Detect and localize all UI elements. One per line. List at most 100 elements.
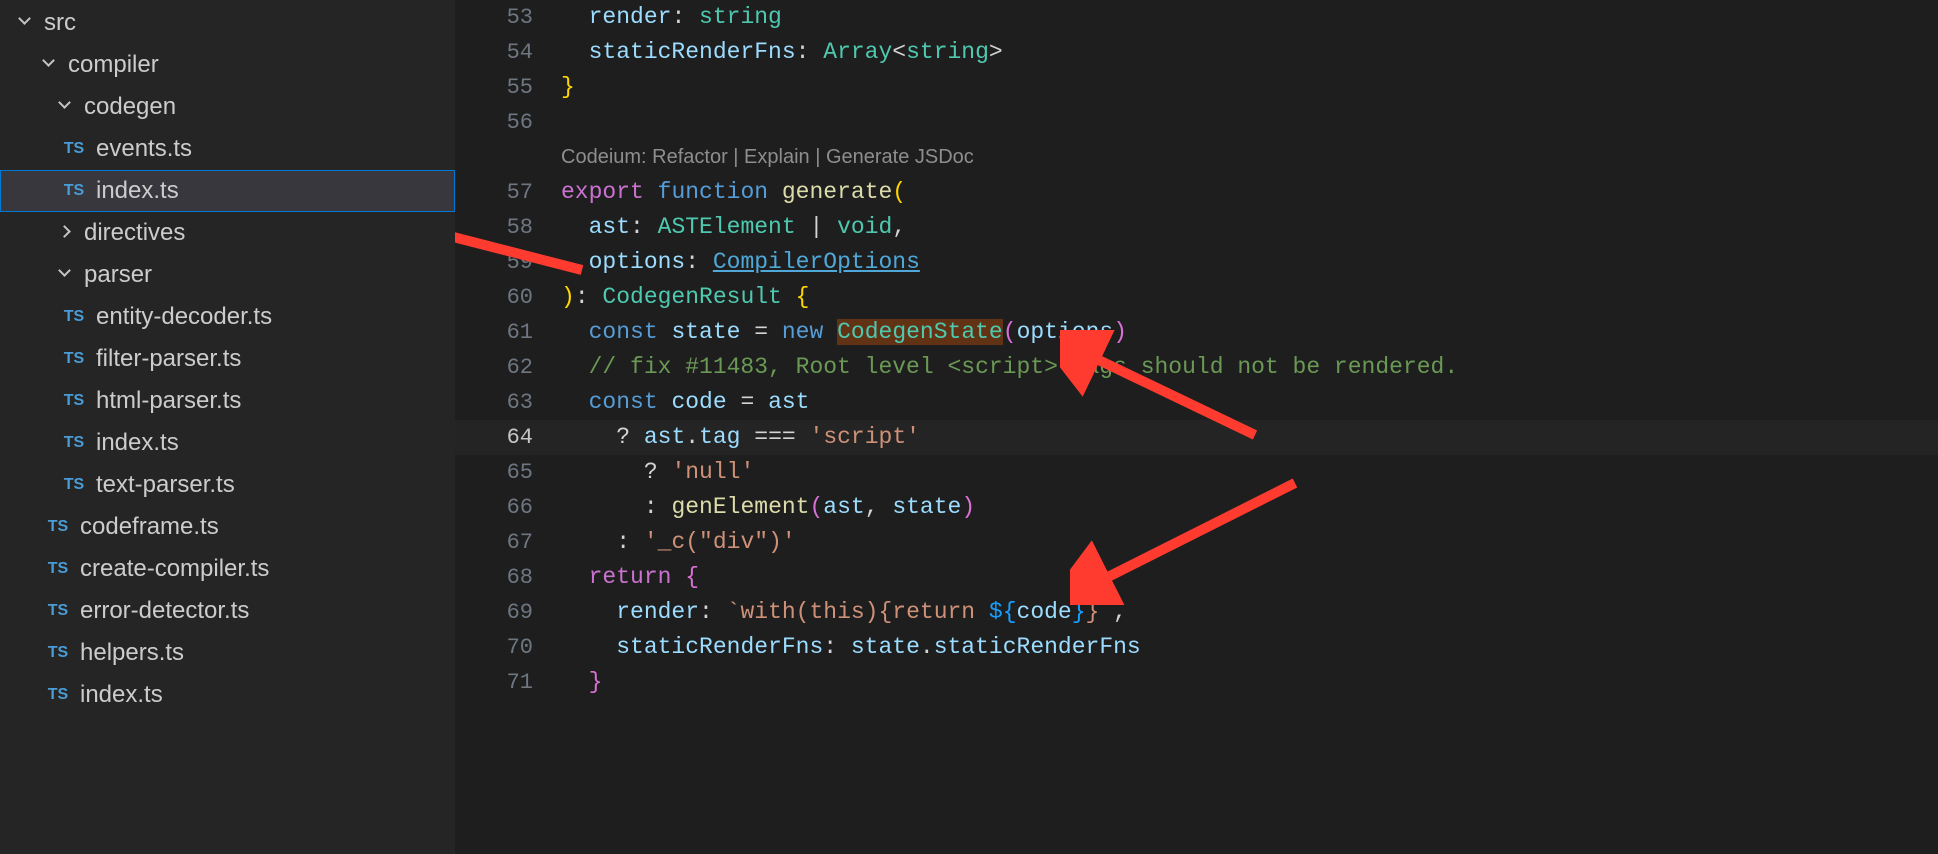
line-number: 69 xyxy=(455,595,561,630)
code-line[interactable]: 54 staticRenderFns: Array<string> xyxy=(455,35,1938,70)
code-line[interactable]: 64 ? ast.tag === 'script' xyxy=(455,420,1938,455)
file-tree-label: text-parser.ts xyxy=(96,471,235,499)
line-number: 64 xyxy=(455,420,561,455)
code-line[interactable]: 57export function generate( xyxy=(455,175,1938,210)
file-tree-file[interactable]: TS events.ts xyxy=(0,128,455,170)
file-tree-file[interactable]: TShtml-parser.ts xyxy=(0,380,455,422)
file-tree-file[interactable]: TSindex.ts xyxy=(0,674,455,716)
line-number: 58 xyxy=(455,210,561,245)
code-line[interactable]: 67 : '_c("div")' xyxy=(455,525,1938,560)
code-line[interactable]: 65 ? 'null' xyxy=(455,455,1938,490)
file-tree-file[interactable]: TShelpers.ts xyxy=(0,632,455,674)
code-content[interactable]: const state = new CodegenState(options) xyxy=(561,315,1127,350)
file-tree-file[interactable]: TS index.ts xyxy=(0,422,455,464)
line-number: 61 xyxy=(455,315,561,350)
code-content[interactable]: : genElement(ast, state) xyxy=(561,490,975,525)
file-tree-label: helpers.ts xyxy=(80,639,184,667)
code-line[interactable]: 61 const state = new CodegenState(option… xyxy=(455,315,1938,350)
file-tree-folder[interactable]: codegen xyxy=(0,86,455,128)
code-line[interactable]: 68 return { xyxy=(455,560,1938,595)
typescript-file-icon: TS xyxy=(60,308,88,326)
file-tree-file[interactable]: TSentity-decoder.ts xyxy=(0,296,455,338)
chevron-down-icon[interactable] xyxy=(56,265,76,285)
file-tree-folder[interactable]: compiler xyxy=(0,44,455,86)
typescript-file-icon: TS xyxy=(60,434,88,452)
chevron-down-icon[interactable] xyxy=(40,55,60,75)
code-content[interactable]: export function generate( xyxy=(561,175,906,210)
typescript-file-icon: TS xyxy=(60,182,88,200)
file-tree-label: index.ts xyxy=(96,177,179,205)
chevron-down-icon[interactable] xyxy=(16,13,36,33)
code-content[interactable]: ): CodegenResult { xyxy=(561,280,809,315)
code-content[interactable]: render: string xyxy=(561,0,782,35)
code-line[interactable]: 66 : genElement(ast, state) xyxy=(455,490,1938,525)
file-tree-label: compiler xyxy=(68,51,159,79)
code-line[interactable]: 55} xyxy=(455,70,1938,105)
line-number: 63 xyxy=(455,385,561,420)
code-content[interactable]: : '_c("div")' xyxy=(561,525,796,560)
code-line[interactable]: 69 render: `with(this){return ${code}}`, xyxy=(455,595,1938,630)
typescript-file-icon: TS xyxy=(60,350,88,368)
line-number: 71 xyxy=(455,665,561,700)
line-number: 66 xyxy=(455,490,561,525)
typescript-file-icon: TS xyxy=(44,602,72,620)
code-line[interactable]: 63 const code = ast xyxy=(455,385,1938,420)
code-line[interactable]: 60): CodegenResult { xyxy=(455,280,1938,315)
code-line[interactable]: 58 ast: ASTElement | void, xyxy=(455,210,1938,245)
code-content[interactable]: options: CompilerOptions xyxy=(561,245,920,280)
code-line[interactable]: 56 xyxy=(455,105,1938,140)
line-number: 54 xyxy=(455,35,561,70)
file-tree-folder[interactable]: parser xyxy=(0,254,455,296)
file-tree-label: html-parser.ts xyxy=(96,387,241,415)
code-content[interactable]: ast: ASTElement | void, xyxy=(561,210,906,245)
code-content[interactable]: // fix #11483, Root level <script> tags … xyxy=(561,350,1458,385)
file-tree-label: create-compiler.ts xyxy=(80,555,269,583)
code-line[interactable]: 53 render: string xyxy=(455,0,1938,35)
file-tree-label: filter-parser.ts xyxy=(96,345,241,373)
chevron-right-icon[interactable] xyxy=(56,223,76,243)
file-tree-file[interactable]: TScodeframe.ts xyxy=(0,506,455,548)
line-number: 56 xyxy=(455,105,561,140)
code-content[interactable]: ? 'null' xyxy=(561,455,754,490)
file-tree-label: index.ts xyxy=(96,429,179,457)
file-explorer[interactable]: srccompilercodegenTSevents.tsTSindex.tsd… xyxy=(0,0,455,854)
line-number: 57 xyxy=(455,175,561,210)
file-tree-label: events.ts xyxy=(96,135,192,163)
file-tree-label: codeframe.ts xyxy=(80,513,219,541)
file-tree-label: error-detector.ts xyxy=(80,597,249,625)
code-content[interactable]: } xyxy=(561,70,575,105)
code-line[interactable]: 62 // fix #11483, Root level <script> ta… xyxy=(455,350,1938,385)
code-line[interactable]: 59 options: CompilerOptions xyxy=(455,245,1938,280)
file-tree-file[interactable]: TS create-compiler.ts xyxy=(0,548,455,590)
file-tree-folder[interactable]: src xyxy=(0,2,455,44)
line-number: 70 xyxy=(455,630,561,665)
line-number: 55 xyxy=(455,70,561,105)
line-number: 53 xyxy=(455,0,561,35)
code-content[interactable]: ? ast.tag === 'script' xyxy=(561,420,920,455)
file-tree-label: directives xyxy=(84,219,185,247)
code-content[interactable]: return { xyxy=(561,560,699,595)
line-number: 59 xyxy=(455,245,561,280)
line-number: 67 xyxy=(455,525,561,560)
file-tree-folder[interactable]: directives xyxy=(0,212,455,254)
code-content[interactable]: const code = ast xyxy=(561,385,810,420)
codelens-actions[interactable]: Codeium: Refactor | Explain | Generate J… xyxy=(455,140,1938,175)
file-tree-label: codegen xyxy=(84,93,176,121)
typescript-file-icon: TS xyxy=(44,560,72,578)
code-content[interactable]: staticRenderFns: state.staticRenderFns xyxy=(561,630,1141,665)
typescript-file-icon: TS xyxy=(60,140,88,158)
file-tree-file[interactable]: TS error-detector.ts xyxy=(0,590,455,632)
file-tree-file[interactable]: TS index.ts xyxy=(0,170,455,212)
chevron-down-icon[interactable] xyxy=(56,97,76,117)
file-tree-file[interactable]: TStext-parser.ts xyxy=(0,464,455,506)
line-number: 60 xyxy=(455,280,561,315)
file-tree-label: index.ts xyxy=(80,681,163,709)
code-editor[interactable]: 53 render: string54 staticRenderFns: Arr… xyxy=(455,0,1938,854)
line-number: 65 xyxy=(455,455,561,490)
code-content[interactable]: staticRenderFns: Array<string> xyxy=(561,35,1003,70)
file-tree-file[interactable]: TS filter-parser.ts xyxy=(0,338,455,380)
code-line[interactable]: 71 } xyxy=(455,665,1938,700)
code-line[interactable]: 70 staticRenderFns: state.staticRenderFn… xyxy=(455,630,1938,665)
code-content[interactable]: } xyxy=(561,665,602,700)
code-content[interactable]: render: `with(this){return ${code}}`, xyxy=(561,595,1127,630)
